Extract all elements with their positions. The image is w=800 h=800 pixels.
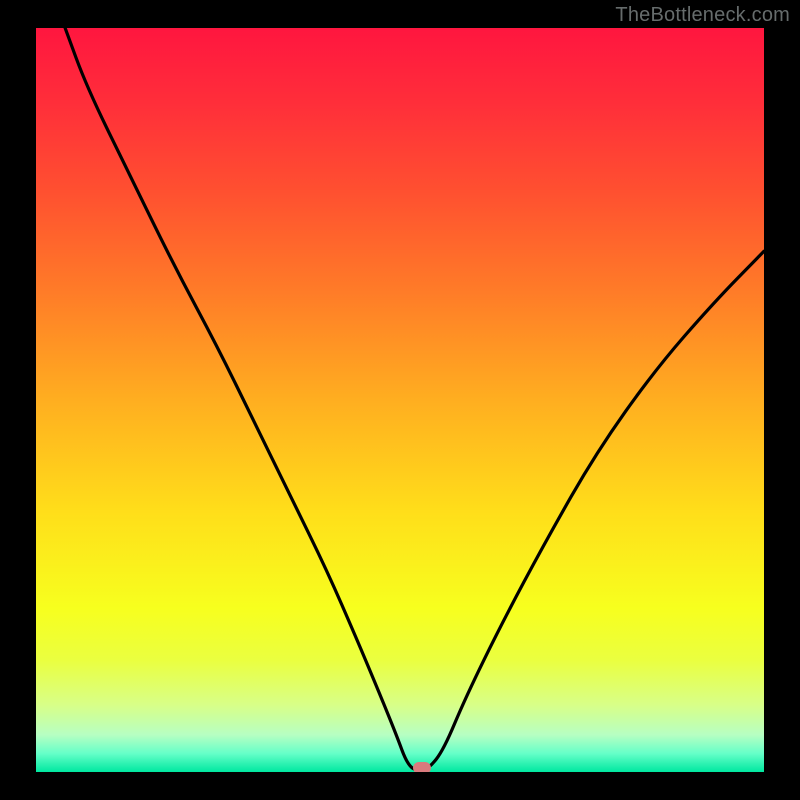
plot-area <box>36 28 764 772</box>
chart-frame: TheBottleneck.com <box>0 0 800 800</box>
bottleneck-curve <box>36 28 764 772</box>
optimum-marker <box>413 762 431 772</box>
watermark-label: TheBottleneck.com <box>615 4 790 27</box>
